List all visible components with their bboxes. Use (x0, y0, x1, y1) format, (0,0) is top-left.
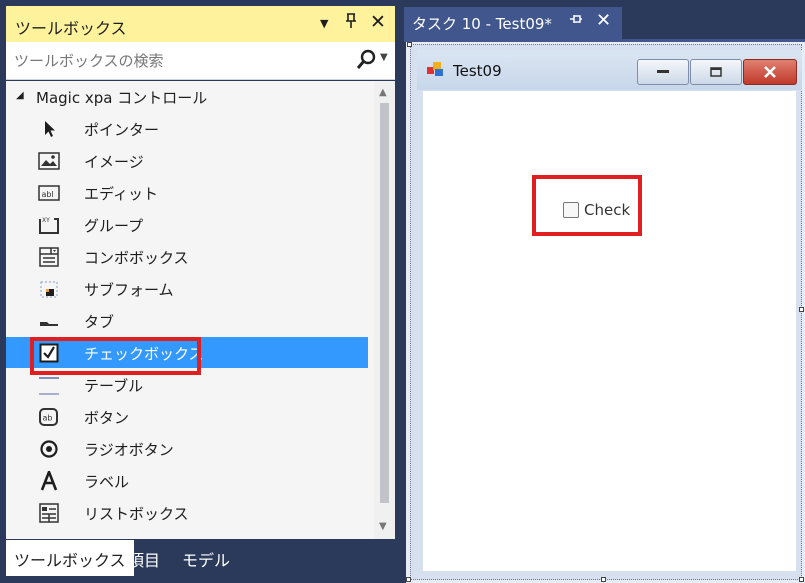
toolbox-item-label: イメージ (84, 153, 144, 171)
tab-items[interactable]: 項目 (120, 540, 168, 576)
toolbox-item-label: コンボボックス (84, 249, 189, 267)
toolbox-item-label: テーブル (84, 377, 144, 395)
toolbox-item-label: ラベル (84, 473, 130, 491)
close-icon (764, 66, 776, 78)
toolbox-bottom-tabs: ツールボックス 項目 モデル (6, 540, 395, 576)
close-icon[interactable]: ✕ (370, 10, 386, 34)
close-icon[interactable]: ✕ (596, 10, 611, 31)
maximize-button[interactable] (690, 59, 742, 85)
toolbox-item-group[interactable]: XY グループ (6, 209, 368, 240)
toolbox-item-label: グループ (84, 217, 144, 235)
toolbox-item-label: リストボックス (84, 505, 189, 523)
toolbox-item-label: タブ (84, 313, 115, 331)
toolbox-item-combobox[interactable]: コンボボックス (6, 241, 368, 272)
image-icon (34, 150, 64, 172)
subform-icon (34, 278, 64, 300)
toolbox-item-label[interactable]: ラベル (6, 465, 368, 496)
toolbox-item-label: エディット (84, 185, 158, 203)
form-title: Test09 (453, 62, 502, 80)
combobox-icon (34, 246, 64, 268)
svg-text:abl: abl (42, 190, 54, 199)
search-options-dropdown-icon[interactable]: ▼ (380, 52, 388, 63)
scroll-up-icon[interactable]: ▲ (379, 87, 387, 98)
minimize-icon (657, 70, 669, 73)
resize-handle[interactable] (601, 577, 606, 582)
toolbox-item-label: ポインター (84, 121, 160, 139)
form-title-bar[interactable]: Test09 (417, 50, 802, 90)
toolbox-item-image[interactable]: イメージ (6, 145, 368, 176)
label-icon (34, 470, 64, 492)
highlight-toolbox-checkbox (30, 337, 201, 375)
toolbox-item-edit[interactable]: abl エディット (6, 177, 368, 208)
app-icon (427, 61, 445, 77)
form-client-area[interactable]: Check (423, 91, 796, 571)
toolbox-item-subform[interactable]: サブフォーム (6, 273, 368, 304)
toolbox-item-label: ラジオボタン (84, 441, 174, 459)
table-icon (34, 374, 64, 396)
resize-handle[interactable] (406, 577, 411, 582)
maximize-icon (710, 67, 722, 77)
edit-icon: abl (34, 182, 64, 204)
pin-icon[interactable] (345, 12, 357, 36)
toolbox-panel: ツールボックス ▼ ✕ ▼ ◢ Magic xpa コントロール ポインター (0, 0, 400, 583)
highlight-form-checkbox (532, 175, 642, 236)
resize-handle[interactable] (799, 307, 804, 312)
button-icon: ab (34, 406, 64, 428)
tab-toolbox[interactable]: ツールボックス (6, 540, 134, 576)
scrollbar-thumb[interactable] (380, 103, 389, 503)
window-position-dropdown-icon[interactable]: ▼ (320, 12, 328, 36)
toolbox-search: ▼ (6, 42, 395, 80)
document-tab-title: タスク 10 - Test09* (412, 15, 552, 33)
toolbox-scrollbar[interactable]: ▲ ▼ (374, 81, 395, 539)
toolbox-item-label: ボタン (84, 409, 130, 427)
toolbox-item-radio-button[interactable]: ラジオボタン (6, 433, 368, 464)
toolbox-item-pointer[interactable]: ポインター (6, 113, 368, 144)
minimize-button[interactable] (637, 59, 689, 85)
resize-handle[interactable] (407, 42, 412, 47)
toolbox-header: ツールボックス ▼ ✕ (6, 6, 395, 42)
toolbox-group-header[interactable]: ◢ Magic xpa コントロール (6, 81, 376, 113)
toolbox-item-button[interactable]: ab ボタン (6, 401, 368, 432)
listbox-icon (34, 502, 64, 524)
form-design-frame: Test09 Check (410, 44, 802, 580)
svg-text:XY: XY (42, 217, 50, 224)
toolbox-item-tab[interactable]: タブ (6, 305, 368, 336)
toolbox-group-label: Magic xpa コントロール (36, 89, 208, 107)
document-tab[interactable]: タスク 10 - Test09* ✕ (404, 7, 622, 39)
scroll-down-icon[interactable]: ▼ (379, 521, 387, 532)
toolbox-list: ◢ Magic xpa コントロール ポインター イメージ abl エディット … (6, 81, 395, 539)
toolbox-title: ツールボックス (15, 19, 127, 38)
window-close-button[interactable] (743, 59, 797, 85)
radio-button-icon (34, 438, 64, 460)
collapse-arrow-icon[interactable]: ◢ (16, 90, 24, 101)
form-designer: Test09 Check (406, 42, 805, 583)
svg-text:ab: ab (43, 414, 53, 423)
search-icon[interactable] (356, 49, 376, 71)
resize-handle[interactable] (799, 577, 804, 582)
toolbox-item-label: サブフォーム (84, 281, 174, 299)
toolbox-search-input[interactable] (6, 42, 346, 80)
toolbox-item-listbox[interactable]: リストボックス (6, 497, 368, 528)
pin-icon[interactable] (569, 12, 583, 30)
pointer-icon (34, 118, 64, 140)
tab-model[interactable]: モデル (174, 540, 238, 576)
tab-icon (34, 310, 64, 332)
group-icon: XY (34, 214, 64, 236)
